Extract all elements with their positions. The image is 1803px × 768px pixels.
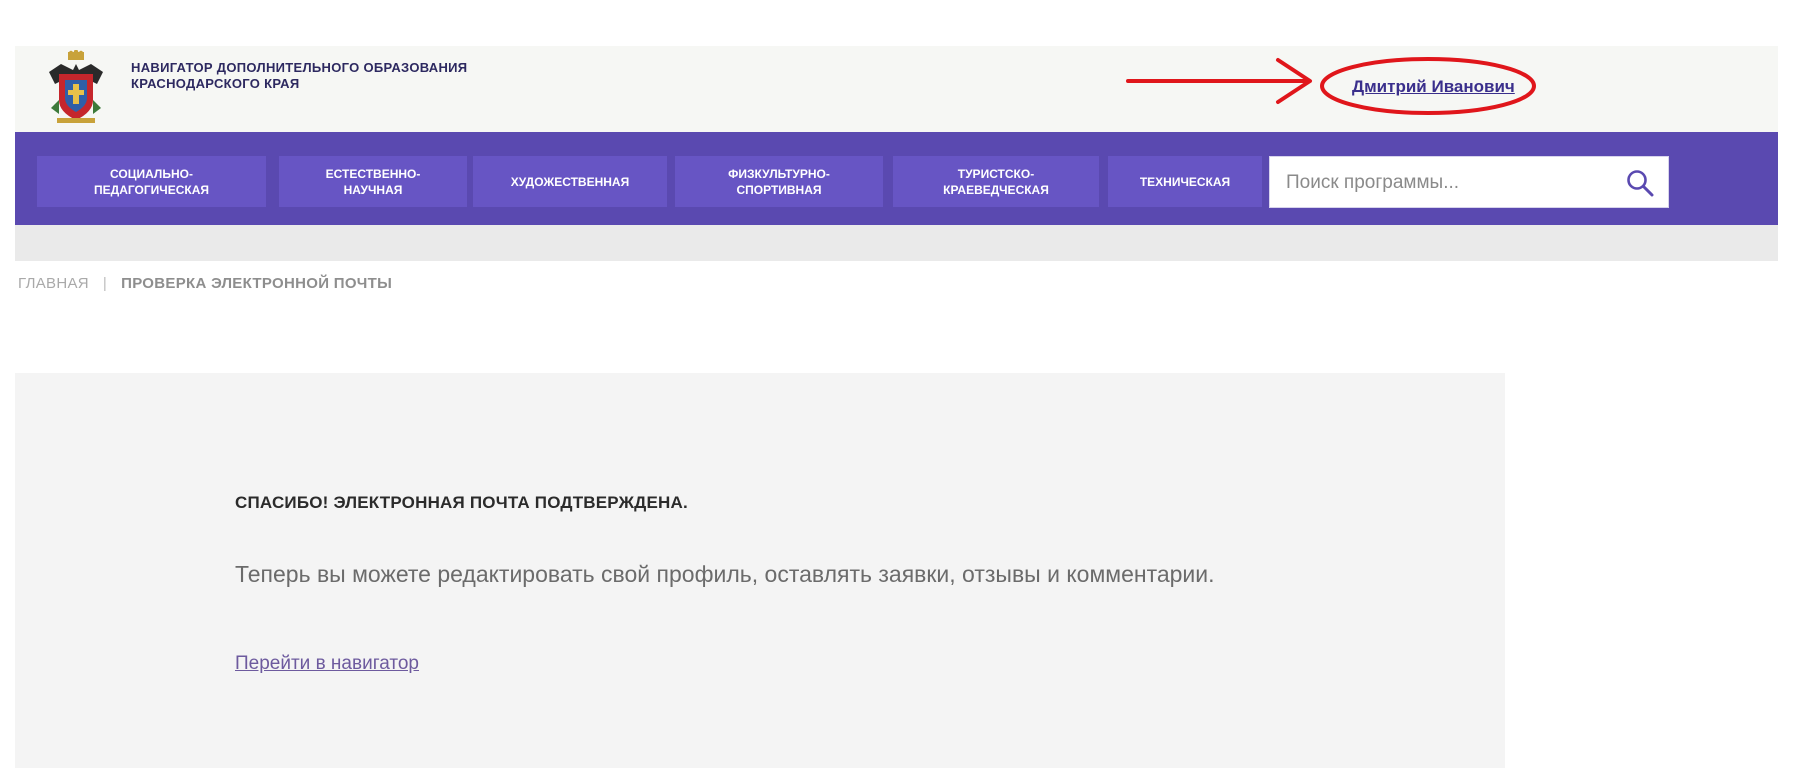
nav-item-label: ФИЗКУЛЬТУРНО- СПОРТИВНАЯ (728, 166, 830, 197)
search-box (1269, 156, 1669, 208)
nav-item-label: ТУРИСТСКО- КРАЕВЕДЧЕСКАЯ (943, 166, 1049, 197)
nav-item-natural-science[interactable]: ЕСТЕСТВЕННО- НАУЧНАЯ (279, 156, 467, 207)
go-to-navigator-link[interactable]: Перейти в навигатор (235, 653, 419, 675)
confirmation-title: СПАСИБО! ЭЛЕКТРОННАЯ ПОЧТА ПОДТВЕРЖДЕНА. (235, 493, 688, 512)
confirmation-card: СПАСИБО! ЭЛЕКТРОННАЯ ПОЧТА ПОДТВЕРЖДЕНА.… (15, 373, 1505, 768)
page: НАВИГАТОР ДОПОЛНИТЕЛЬНОГО ОБРАЗОВАНИЯ КР… (0, 0, 1803, 768)
header-divider-band (15, 225, 1778, 261)
nav-item-social-pedagogical[interactable]: СОЦИАЛЬНО- ПЕДАГОГИЧЕСКАЯ (37, 156, 266, 207)
breadcrumb-home-link[interactable]: ГЛАВНАЯ (18, 275, 89, 292)
breadcrumb-current: ПРОВЕРКА ЭЛЕКТРОННОЙ ПОЧТЫ (121, 275, 393, 292)
nav-item-technical[interactable]: ТЕХНИЧЕСКАЯ (1108, 156, 1262, 207)
category-navbar: СОЦИАЛЬНО- ПЕДАГОГИЧЕСКАЯ ЕСТЕСТВЕННО- Н… (15, 132, 1778, 225)
nav-item-tourism[interactable]: ТУРИСТСКО- КРАЕВЕДЧЕСКАЯ (893, 156, 1099, 207)
nav-item-label: ТЕХНИЧЕСКАЯ (1139, 174, 1231, 189)
breadcrumb: ГЛАВНАЯ | ПРОВЕРКА ЭЛЕКТРОННОЙ ПОЧТЫ (18, 275, 392, 292)
coat-of-arms-icon[interactable] (45, 50, 107, 126)
nav-item-label: ЕСТЕСТВЕННО- НАУЧНАЯ (325, 166, 421, 197)
nav-item-label: ХУДОЖЕСТВЕННАЯ (510, 174, 630, 189)
nav-item-label: СОЦИАЛЬНО- ПЕДАГОГИЧЕСКАЯ (94, 166, 209, 197)
site-header: НАВИГАТОР ДОПОЛНИТЕЛЬНОГО ОБРАЗОВАНИЯ КР… (15, 46, 1778, 132)
confirmation-text: Теперь вы можете редактировать свой проф… (235, 561, 1215, 587)
user-profile-link[interactable]: Дмитрий Иванович (1352, 77, 1515, 97)
site-title: НАВИГАТОР ДОПОЛНИТЕЛЬНОГО ОБРАЗОВАНИЯ КР… (131, 60, 468, 91)
search-input[interactable] (1284, 166, 1618, 200)
nav-item-art[interactable]: ХУДОЖЕСТВЕННАЯ (473, 156, 667, 207)
search-icon[interactable] (1626, 169, 1654, 197)
breadcrumb-separator: | (102, 275, 108, 292)
nav-item-physical-sport[interactable]: ФИЗКУЛЬТУРНО- СПОРТИВНАЯ (675, 156, 883, 207)
